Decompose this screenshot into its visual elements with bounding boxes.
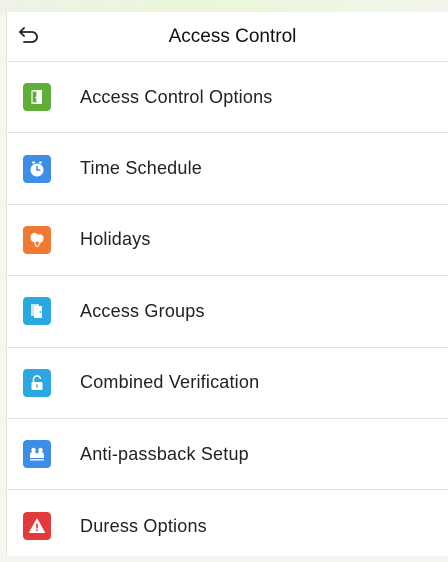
menu-list: Access Control Options Time Schedule Hol… (7, 62, 448, 562)
menu-item-access-groups[interactable]: Access Groups (7, 276, 448, 348)
menu-item-holidays[interactable]: Holidays (7, 205, 448, 277)
door-icon (23, 83, 51, 112)
menu-item-label: Anti-passback Setup (80, 443, 249, 464)
menu-item-label: Time Schedule (80, 158, 202, 179)
menu-item-duress-options[interactable]: Duress Options (7, 490, 448, 561)
balloons-icon (23, 225, 51, 254)
access-control-panel: Access Control Access Control Options Ti… (6, 12, 448, 556)
menu-item-label: Duress Options (80, 515, 207, 536)
unlock-icon (23, 368, 51, 397)
people-icon (23, 440, 51, 469)
menu-item-access-control-options[interactable]: Access Control Options (7, 62, 448, 134)
menu-item-label: Combined Verification (80, 372, 260, 393)
clock-icon (23, 154, 51, 183)
menu-item-anti-passback-setup[interactable]: Anti-passback Setup (7, 419, 448, 491)
page-title: Access Control (168, 26, 297, 47)
header-bar: Access Control (7, 12, 448, 62)
menu-item-label: Access Control Options (80, 86, 273, 107)
warning-icon (23, 512, 51, 541)
menu-item-label: Holidays (80, 229, 151, 250)
doors-group-icon (23, 297, 51, 326)
menu-item-combined-verification[interactable]: Combined Verification (7, 348, 448, 419)
menu-item-label: Access Groups (80, 300, 205, 321)
menu-item-time-schedule[interactable]: Time Schedule (7, 133, 448, 205)
